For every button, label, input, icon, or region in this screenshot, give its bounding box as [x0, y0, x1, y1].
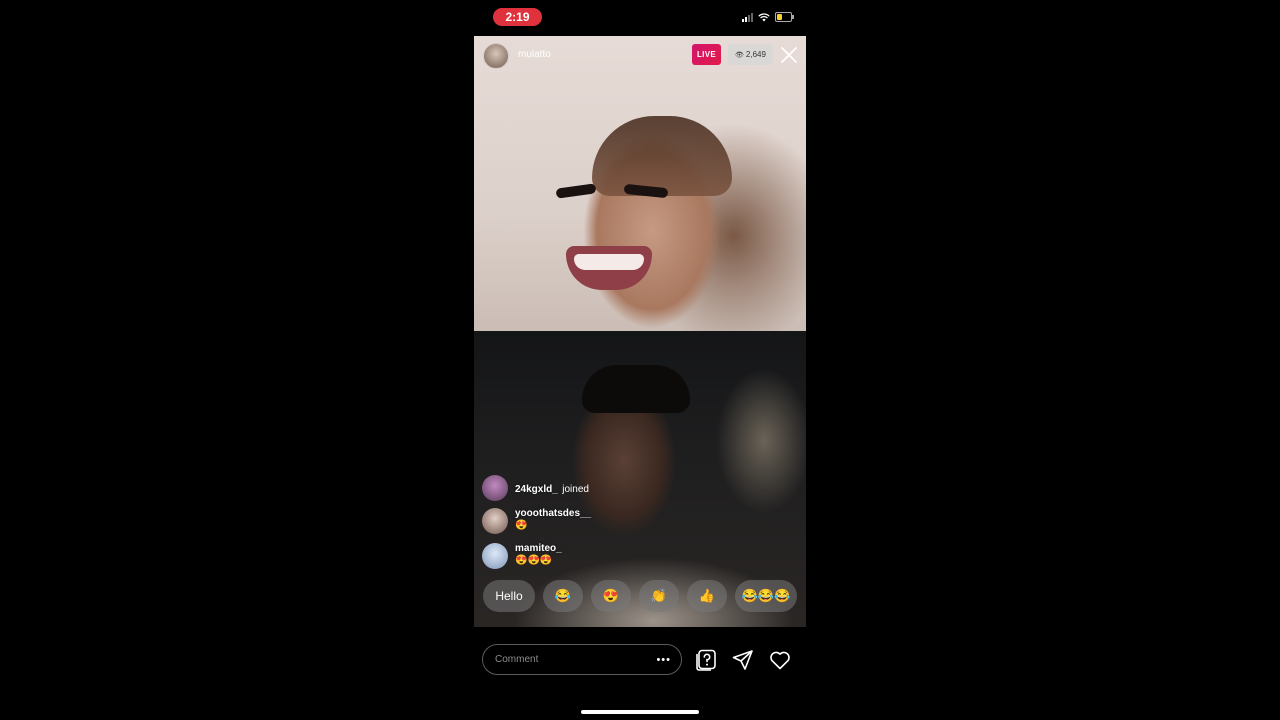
host-header: mulatto LIVE 👁 2,649 [474, 36, 806, 74]
quick-reply-clap[interactable]: 👏 [639, 580, 679, 612]
comment-body: mamiteo_ 😍😍😍 [515, 543, 562, 567]
quick-reply-laugh-triple[interactable]: 😂😂😂 [735, 580, 797, 612]
comment-username[interactable]: yooothatsdes__ [515, 508, 591, 519]
comment-input[interactable] [493, 653, 657, 666]
comment-item: 24kgxld_ joined [482, 475, 589, 501]
comment-text: joined [562, 484, 589, 495]
host-username[interactable]: mulatto [518, 49, 551, 60]
host-avatar[interactable] [483, 43, 509, 69]
comment-field[interactable]: ••• [482, 644, 682, 675]
instagram-live-screen: 2:19 mulatto LIVE 👁 2,649 24kgxld_ joine… [474, 0, 806, 720]
live-badge: LIVE [692, 44, 721, 65]
quick-reply-laugh[interactable]: 😂 [543, 580, 583, 612]
quick-reply-hello[interactable]: Hello [483, 580, 535, 612]
quick-reply-heart-eyes[interactable]: 😍 [591, 580, 631, 612]
comment-username[interactable]: 24kgxld_ [515, 484, 558, 495]
question-sticker-icon[interactable] [694, 648, 718, 672]
comment-text: 😍😍😍 [515, 555, 553, 566]
status-time: 2:19 [493, 8, 542, 26]
commenter-avatar[interactable] [482, 543, 508, 569]
status-icons [742, 12, 794, 22]
viewer-count-badge[interactable]: 👁 2,649 [728, 44, 773, 65]
comment-body: 24kgxld_ joined [515, 479, 589, 497]
comment-body: yooothatsdes__ 😍 [515, 508, 591, 532]
close-icon[interactable] [780, 46, 798, 64]
send-icon[interactable] [731, 648, 755, 672]
battery-icon [775, 12, 794, 22]
eye-icon: 👁 [735, 51, 744, 59]
more-options-icon[interactable]: ••• [656, 654, 671, 666]
commenter-avatar[interactable] [482, 475, 508, 501]
wifi-icon [758, 12, 770, 21]
cellular-signal-icon [742, 12, 753, 22]
host-video [474, 36, 806, 331]
comment-text: 😍 [515, 520, 528, 531]
comment-username[interactable]: mamiteo_ [515, 543, 562, 554]
home-indicator[interactable] [581, 710, 699, 714]
comment-item: yooothatsdes__ 😍 [482, 508, 591, 534]
heart-icon[interactable] [768, 648, 792, 672]
viewer-count: 2,649 [745, 50, 766, 59]
quick-reactions: Hello 😂 😍 👏 👍 😂😂😂 [483, 580, 797, 612]
quick-reply-thumbs-up[interactable]: 👍 [687, 580, 727, 612]
commenter-avatar[interactable] [482, 508, 508, 534]
comment-item: mamiteo_ 😍😍😍 [482, 543, 562, 569]
